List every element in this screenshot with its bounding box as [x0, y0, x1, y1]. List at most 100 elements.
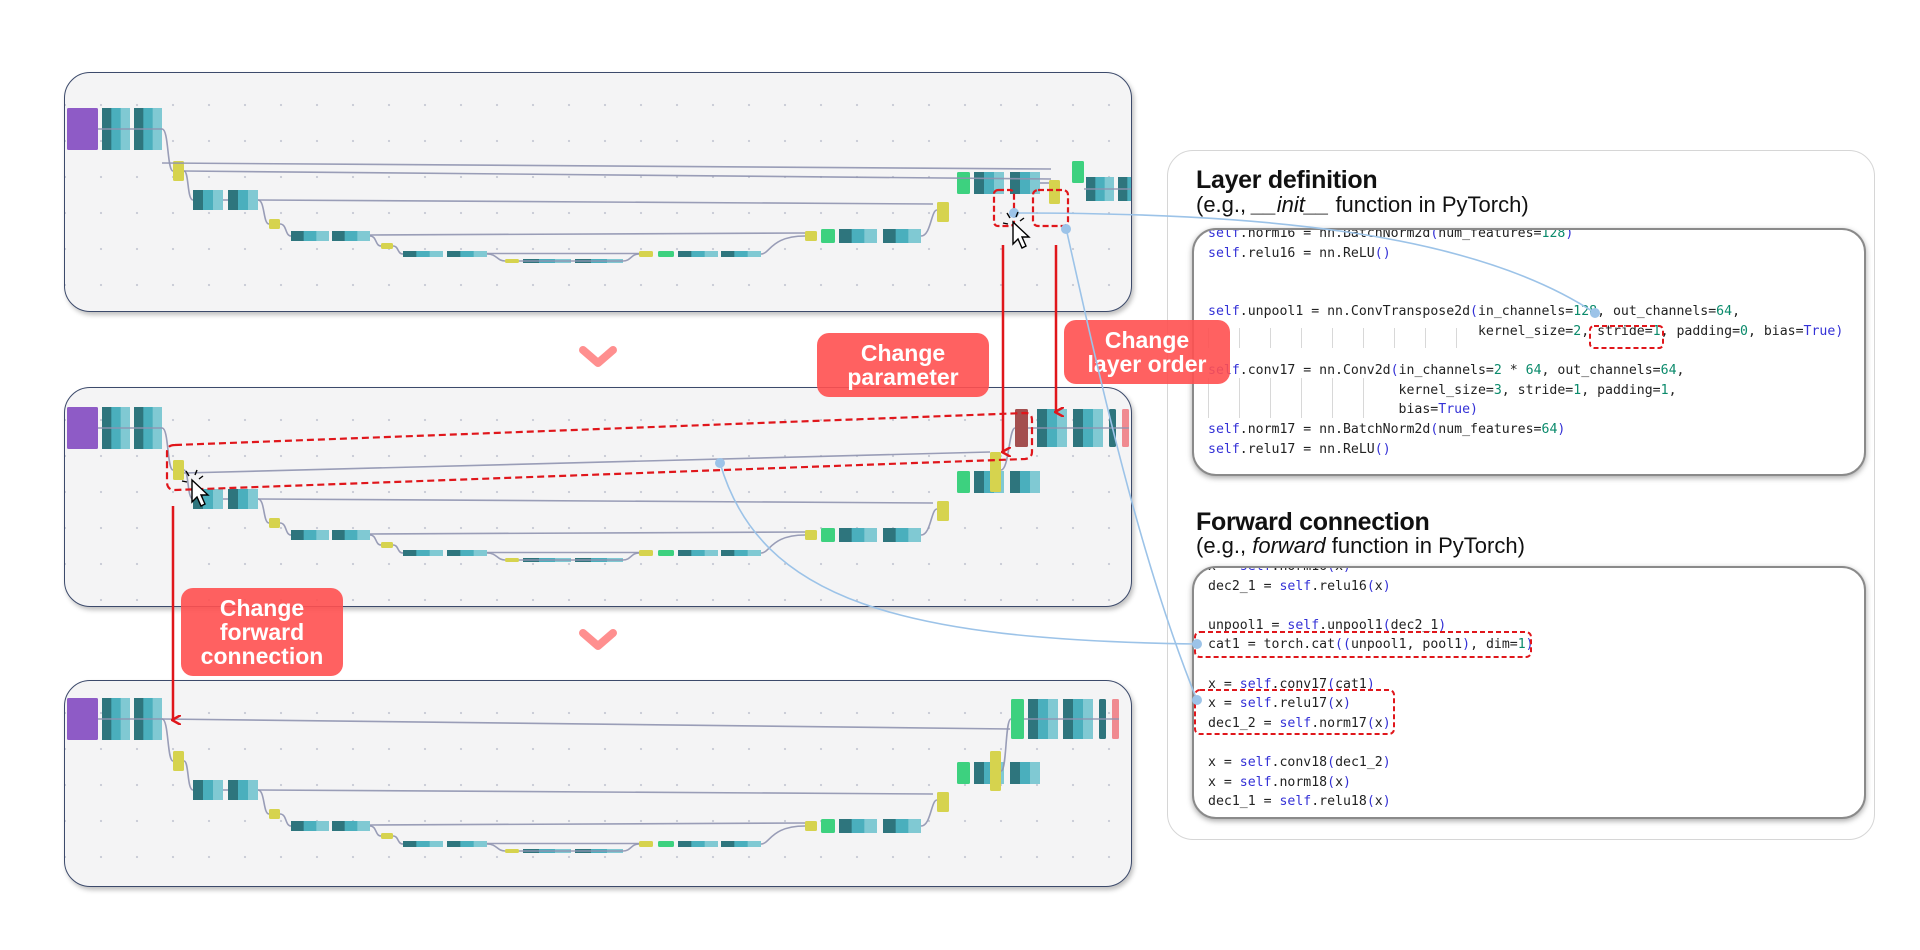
pool-node[interactable] — [505, 558, 519, 562]
norm-layer-node[interactable] — [344, 821, 358, 831]
relu-layer-node[interactable] — [213, 489, 223, 509]
relu-layer-node[interactable] — [248, 780, 258, 800]
conv-layer-node[interactable] — [403, 550, 417, 556]
norm-layer-node[interactable] — [238, 489, 249, 509]
norm-layer-node[interactable] — [203, 489, 214, 509]
graph-panel-result[interactable] — [64, 680, 1132, 887]
concat-node[interactable] — [821, 528, 835, 542]
norm-layer-node[interactable] — [691, 251, 706, 257]
relu-layer-node[interactable] — [473, 251, 487, 257]
pool-node[interactable] — [381, 833, 393, 839]
conv-layer-node[interactable] — [839, 819, 853, 833]
norm-layer-node[interactable] — [460, 841, 475, 847]
forward-connection-code-editor[interactable]: x = self.norm16(x) dec2_1 = self.relu16(x… — [1192, 566, 1866, 819]
norm-layer-node[interactable] — [303, 530, 317, 540]
unpool-node[interactable] — [805, 231, 817, 241]
code-line[interactable]: dec1_2 = self.norm17(x) — [1208, 715, 1391, 733]
relu-layer-node[interactable] — [747, 841, 761, 847]
code-line[interactable]: dec1_1 = self.relu18(x) — [1208, 793, 1391, 811]
relu-layer-node[interactable] — [908, 819, 921, 833]
layer-definition-code-editor[interactable]: self.norm16 = nn.BatchNorm2d(num_feature… — [1192, 228, 1866, 476]
code-line[interactable]: kernel_size=3, stride=1, padding=1, — [1208, 382, 1677, 400]
pool-node[interactable] — [173, 751, 184, 771]
conv-layer-node[interactable] — [403, 251, 417, 257]
code-line[interactable]: self.norm16 = nn.BatchNorm2d(num_feature… — [1208, 230, 1573, 243]
unpool-node[interactable] — [937, 202, 949, 222]
concat-node[interactable] — [821, 229, 835, 243]
unpool-node[interactable] — [937, 792, 949, 812]
norm-layer-node[interactable] — [734, 550, 749, 556]
norm-layer-node[interactable] — [303, 821, 317, 831]
concat-node[interactable] — [658, 251, 674, 257]
unpool-layer-node[interactable] — [990, 751, 1001, 791]
relu-layer-node[interactable] — [429, 841, 443, 847]
norm-layer-node[interactable] — [238, 190, 249, 210]
code-line[interactable]: self.relu16 = nn.ReLU() — [1208, 245, 1391, 263]
conv-layer-node[interactable] — [447, 841, 461, 847]
norm-layer-node[interactable] — [1020, 172, 1031, 194]
relu-layer-node[interactable] — [357, 530, 370, 540]
input-node[interactable] — [67, 698, 98, 740]
norm-layer-node[interactable] — [203, 190, 214, 210]
conv-layer-node[interactable] — [332, 231, 346, 241]
norm-layer-node[interactable] — [851, 528, 865, 542]
conv-layer-node[interactable] — [839, 229, 853, 243]
relu-layer-node[interactable] — [908, 229, 921, 243]
code-line[interactable]: dec2_1 = self.relu16(x) — [1208, 578, 1391, 596]
norm-layer-node[interactable] — [895, 819, 909, 833]
norm-layer-node[interactable] — [303, 231, 317, 241]
relu-layer-node[interactable] — [248, 190, 258, 210]
code-line[interactable]: bias=True) — [1208, 401, 1478, 419]
relu-layer-node[interactable] — [429, 550, 443, 556]
norm-layer-node[interactable] — [238, 780, 249, 800]
conv-layer-node[interactable] — [193, 780, 204, 800]
code-line[interactable]: x = self.conv18(dec1_2) — [1208, 754, 1391, 772]
relu-layer-node[interactable] — [994, 172, 1004, 194]
conv-layer-node[interactable] — [974, 471, 985, 493]
norm-layer-node[interactable] — [416, 550, 431, 556]
norm-layer-node[interactable] — [416, 251, 431, 257]
relu-layer-node[interactable] — [357, 231, 370, 241]
norm-layer-node[interactable] — [851, 229, 865, 243]
relu-layer-node[interactable] — [316, 821, 329, 831]
pool-node[interactable] — [381, 542, 393, 548]
norm-layer-node[interactable] — [344, 530, 358, 540]
conv-layer-node[interactable] — [228, 780, 239, 800]
unpool-node[interactable] — [805, 530, 817, 540]
norm-layer-node[interactable] — [460, 251, 475, 257]
relu-layer-node[interactable] — [357, 821, 370, 831]
norm-layer-node[interactable] — [344, 231, 358, 241]
relu-layer-node[interactable] — [864, 528, 877, 542]
norm-layer-node[interactable] — [691, 841, 706, 847]
relu-layer-node[interactable] — [1030, 471, 1040, 493]
input-node[interactable] — [67, 108, 98, 150]
norm-layer-node[interactable] — [895, 229, 909, 243]
norm-layer-node[interactable] — [691, 550, 706, 556]
conv-layer-node[interactable] — [883, 229, 897, 243]
network-graph-result[interactable] — [65, 681, 1131, 886]
pool-node[interactable] — [173, 460, 184, 480]
concat-node[interactable] — [957, 172, 970, 194]
relu-layer-node[interactable] — [864, 819, 877, 833]
conv-layer-node[interactable] — [974, 762, 985, 784]
concat-layer-node[interactable] — [1011, 699, 1024, 739]
norm-layer-node[interactable] — [895, 528, 909, 542]
conv-layer-node[interactable] — [974, 172, 985, 194]
conv-layer-node[interactable] — [839, 528, 853, 542]
relu-layer-node[interactable] — [213, 780, 223, 800]
relu-layer-node[interactable] — [1030, 172, 1040, 194]
conv-layer-node[interactable] — [291, 530, 305, 540]
conv-layer-node[interactable] — [332, 530, 346, 540]
conv-layer-node[interactable] — [291, 231, 305, 241]
relu-layer-node[interactable] — [747, 251, 761, 257]
concat-layer-node[interactable] — [1072, 161, 1084, 183]
unpool-node[interactable] — [639, 251, 653, 257]
relu-layer-node[interactable] — [864, 229, 877, 243]
unpool-layer-node[interactable] — [1049, 180, 1060, 204]
norm-layer-node[interactable] — [1020, 471, 1031, 493]
pool-node[interactable] — [505, 849, 519, 853]
relu-layer-node[interactable] — [1030, 762, 1040, 784]
code-line[interactable]: x = self.conv17(cat1) — [1208, 676, 1375, 694]
norm-layer-node[interactable] — [1020, 762, 1031, 784]
relu-layer-node[interactable] — [316, 530, 329, 540]
